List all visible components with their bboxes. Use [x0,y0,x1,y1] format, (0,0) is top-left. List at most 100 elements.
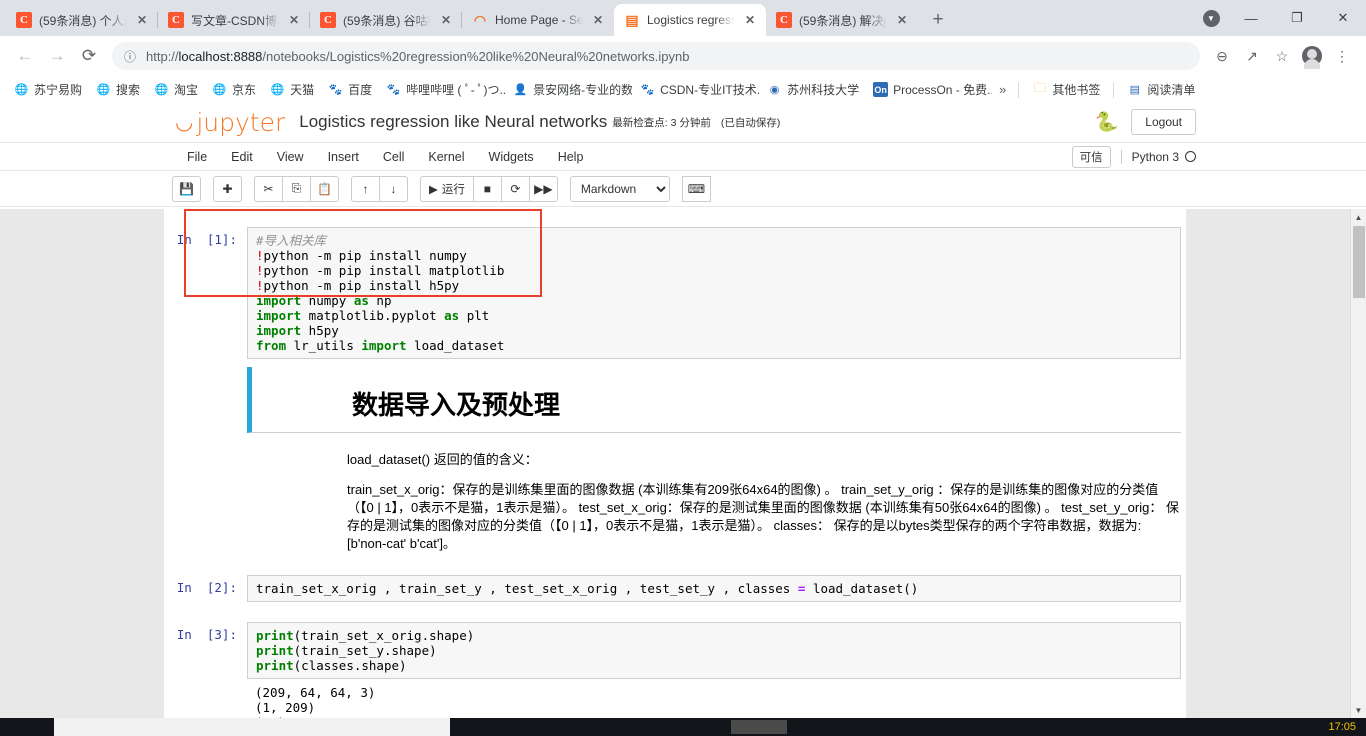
trust-badge[interactable]: 可信 [1071,145,1111,168]
bookmark-item[interactable]: 🐾 百度 [322,78,378,101]
close-icon[interactable]: ✕ [438,12,454,28]
close-icon[interactable]: ✕ [894,12,910,28]
menu-kernel[interactable]: Kernel [416,150,476,164]
browser-tab-6[interactable]: C (59条消息) 解决jupyte... ✕ [766,4,918,36]
reload-icon[interactable]: ⟳ [74,41,104,71]
bookmark-label: CSDN-专业IT技术... [660,83,760,97]
maximize-button[interactable]: ❐ [1274,2,1320,34]
forward-icon[interactable]: → [42,41,72,71]
move-cell-down-button[interactable]: ↓ [379,175,408,202]
menu-widgets[interactable]: Widgets [477,150,546,164]
cell-type-select[interactable]: Markdown [569,175,670,202]
logout-button[interactable]: Logout [1131,109,1196,135]
new-tab-button[interactable]: + [924,6,952,34]
bookmark-item[interactable]: 👤 景安网络-专业的数... [507,78,632,101]
bookmark-item[interactable]: 🐾 哔哩哔哩 ( ﾟ- ﾟ)つ... [380,78,505,101]
window-close-button[interactable]: ✕ [1320,2,1366,34]
insert-cell-below-button[interactable]: ✚ [213,175,242,202]
code-text: (train_set_y.shape) [293,643,437,658]
code-cell-3[interactable]: In [3]: print(train_set_x_orig.shape) pr… [164,618,1186,683]
processon-icon: On [873,82,889,97]
taskbar-window-segment[interactable] [54,718,450,736]
share-icon[interactable]: ↗ [1238,42,1266,70]
menu-view[interactable]: View [265,150,316,164]
code-cell-1[interactable]: In [1]: #导入相关库 !python -m pip install nu… [164,223,1186,363]
restart-and-run-all-button[interactable]: ▶▶ [528,175,558,202]
menu-insert[interactable]: Insert [316,150,371,164]
browser-tab-strip: C (59条消息) 个人资料-... ✕ C 写文章-CSDN博客 ✕ C (5… [0,0,1366,36]
browser-tab-5-active[interactable]: ▤ Logistics regression li... ✕ [614,4,766,36]
kernel-name-label: Python 3 [1131,149,1179,164]
bookmark-divider [1018,81,1020,98]
copy-cell-button[interactable]: ⎘ [282,175,311,202]
restart-kernel-button[interactable]: ⟳ [500,175,530,202]
vertical-scrollbar[interactable]: ▲ ▼ [1350,209,1366,718]
jupyter-logo[interactable]: ◡ jupyter [175,108,285,137]
menu-cell[interactable]: Cell [371,150,417,164]
other-bookmarks-folder[interactable]: 🗀 其他书签 [1026,78,1106,101]
cell-prompt: In [1]: [176,232,237,247]
bookmark-item[interactable]: ◉ 苏州科技大学 [761,78,865,101]
browser-tab-3[interactable]: C (59条消息) 谷咕咕_CS... ✕ [310,4,462,36]
taskbar-window-segment[interactable] [731,720,787,734]
autosave-status: (已自动保存) [720,116,781,129]
bookmark-item[interactable]: 🐾 CSDN-专业IT技术... [634,78,759,101]
bookmark-item[interactable]: 🌐 搜索 [90,78,146,101]
close-icon[interactable]: ✕ [286,12,302,28]
code-editor[interactable]: train_set_x_orig , train_set_y , test_se… [247,575,1181,602]
code-editor[interactable]: print(train_set_x_orig.shape) print(trai… [247,622,1181,679]
markdown-rendered: 数据导入及预处理 [247,367,1181,437]
zoom-out-icon[interactable]: ⊖ [1208,42,1236,70]
menu-file[interactable]: File [175,150,219,164]
code-text: python -m pip install matplotlib [263,263,505,278]
move-cell-up-button[interactable]: ↑ [351,175,380,202]
notebook-paper: In [1]: #导入相关库 !python -m pip install nu… [164,209,1186,718]
close-icon[interactable]: ✕ [134,12,150,28]
scrollbar-thumb[interactable] [1353,226,1365,298]
code-keyword: print [256,658,294,673]
notebook-title[interactable]: Logistics regression like Neural network… [299,112,607,132]
jupyter-menubar: File Edit View Insert Cell Kernel Widget… [0,143,1366,171]
markdown-cell-text[interactable]: load_dataset() 返回的值的含义： train_set_x_orig… [164,441,1186,563]
browser-tab-4[interactable]: ◠ Home Page - Select or... ✕ [462,4,614,36]
chrome-menu-icon[interactable]: ⋮ [1328,42,1356,70]
code-comment: #导入相关库 [256,233,327,248]
markdown-cell-heading[interactable]: 数据导入及预处理 [164,363,1186,441]
reading-list-button[interactable]: ▤ 阅读清单 [1121,78,1201,101]
page-info-icon[interactable]: ⓘ [124,48,136,65]
bookmark-item[interactable]: On ProcessOn - 免费... [867,78,992,101]
bookmark-star-icon[interactable]: ☆ [1268,42,1296,70]
scroll-down-icon[interactable]: ▼ [1351,702,1366,718]
close-icon[interactable]: ✕ [742,12,758,28]
save-button[interactable]: 💾 [172,175,201,202]
cut-cell-button[interactable]: ✂ [254,175,283,202]
reading-list-label: 阅读清单 [1147,83,1196,97]
tab-title: (59条消息) 个人资料-... [39,13,127,28]
bookmark-item[interactable]: 🌐 淘宝 [148,78,204,101]
command-palette-button[interactable]: ⌨ [681,175,711,202]
code-editor[interactable]: #导入相关库 !python -m pip install numpy !pyt… [247,227,1181,359]
browser-tab-2[interactable]: C 写文章-CSDN博客 ✕ [158,4,310,36]
scroll-up-icon[interactable]: ▲ [1351,209,1366,225]
bookmarks-overflow-icon[interactable]: » [994,79,1011,100]
address-bar[interactable]: ⓘ http://localhost:8888/notebooks/Logist… [112,42,1200,70]
browser-tab-1[interactable]: C (59条消息) 个人资料-... ✕ [6,4,158,36]
cell-prompt: In [2]: [176,580,237,595]
tab-search-dropdown-button[interactable]: ▼ [1194,0,1228,36]
bookmark-item[interactable]: 🌐 苏宁易购 [8,78,88,101]
close-icon[interactable]: ✕ [590,12,606,28]
interrupt-kernel-button[interactable]: ■ [472,175,502,202]
bookmark-item[interactable]: 🌐 京东 [206,78,262,101]
globe-icon: 🌐 [14,84,29,96]
profile-avatar-icon[interactable] [1298,42,1326,70]
back-icon[interactable]: ← [10,41,40,71]
code-cell-2[interactable]: In [2]: train_set_x_orig , train_set_y ,… [164,571,1186,606]
kernel-indicator[interactable]: Python 3 [1120,149,1196,164]
menu-edit[interactable]: Edit [219,150,265,164]
run-cell-button[interactable]: ▶ 运行 [420,175,474,202]
menu-help[interactable]: Help [546,150,596,164]
paste-cell-button[interactable]: 📋 [310,175,339,202]
minimize-button[interactable]: — [1228,2,1274,34]
bookmark-item[interactable]: 🌐 天猫 [264,78,320,101]
tab-title: (59条消息) 解决jupyte... [799,13,887,28]
